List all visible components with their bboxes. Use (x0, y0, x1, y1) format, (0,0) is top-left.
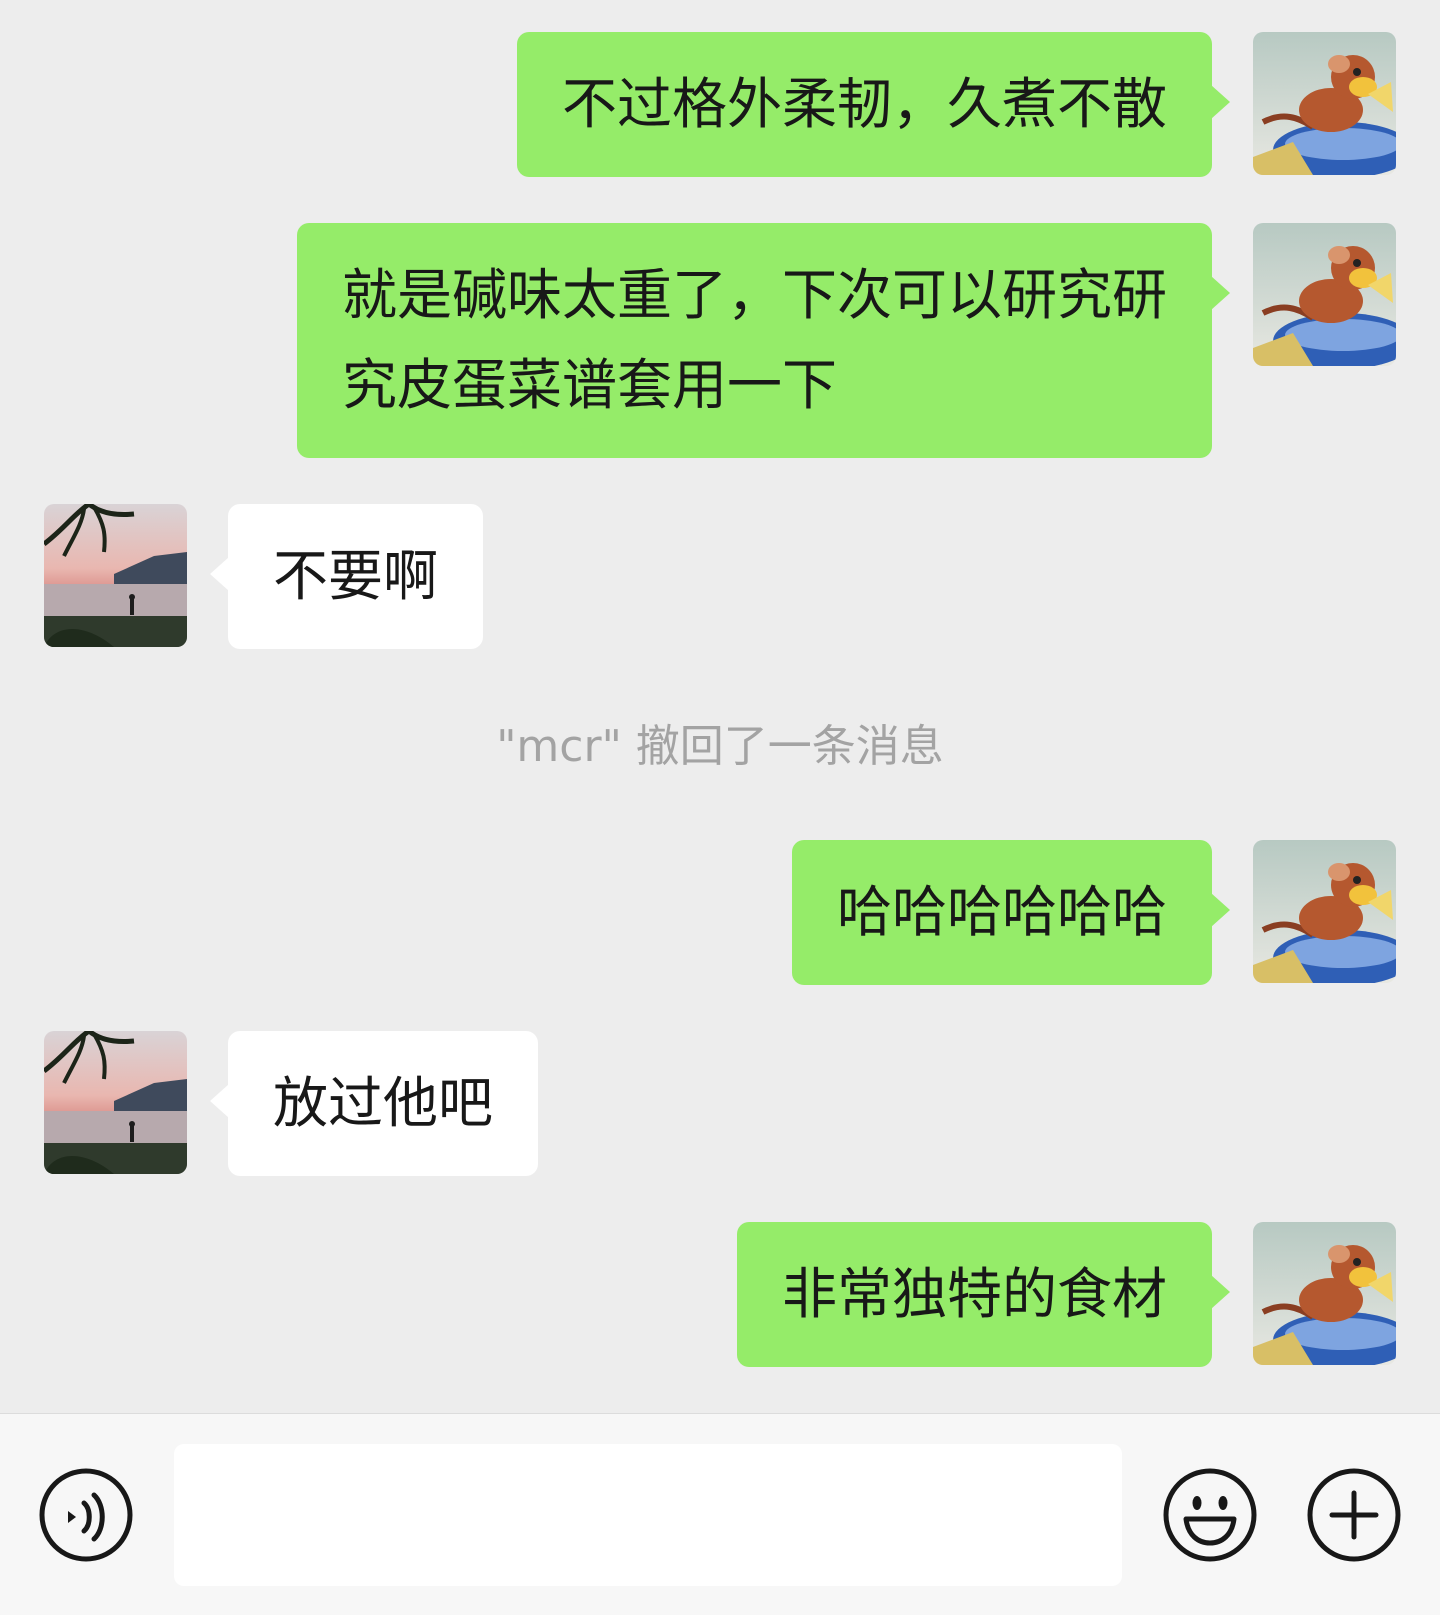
sunset-beach-avatar-image (44, 504, 187, 647)
plus-icon (1307, 1468, 1401, 1562)
contact-avatar[interactable] (44, 504, 187, 647)
message-row: 就是碱味太重了，下次可以研究研 究皮蛋菜谱套用一下 (0, 223, 1440, 458)
message-row: 非常独特的食材 (0, 1222, 1440, 1367)
input-bar (0, 1413, 1440, 1615)
cartoon-mouse-avatar-image (1253, 1222, 1396, 1365)
my-avatar[interactable] (1253, 32, 1396, 175)
my-avatar[interactable] (1253, 223, 1396, 366)
cartoon-mouse-avatar-image (1253, 840, 1396, 983)
message-row: 不过格外柔韧，久煮不散 (0, 32, 1440, 177)
cartoon-mouse-avatar-image (1253, 32, 1396, 175)
cartoon-mouse-avatar-image (1253, 223, 1396, 366)
recall-notice: "mcr" 撤回了一条消息 (496, 721, 944, 772)
message-text: 不过格外柔韧，久煮不散 (561, 72, 1167, 136)
my-avatar[interactable] (1253, 840, 1396, 983)
message-text: 放过他吧 (273, 1071, 494, 1135)
outgoing-message-bubble[interactable]: 就是碱味太重了，下次可以研究研 究皮蛋菜谱套用一下 (296, 223, 1231, 458)
emoji-icon (1163, 1468, 1257, 1562)
message-text-line-1: 就是碱味太重了，下次可以研究研 (341, 263, 1167, 327)
emoji-button[interactable] (1162, 1467, 1258, 1563)
my-avatar[interactable] (1253, 1222, 1396, 1365)
incoming-message-bubble[interactable]: 放过他吧 (209, 1031, 539, 1176)
message-row: 放过他吧 (0, 1031, 1440, 1176)
add-button[interactable] (1306, 1467, 1402, 1563)
chat-area[interactable]: 不过格外柔韧，久煮不散 就是碱味太重了，下次可以研究研 究皮蛋菜谱套用一下 不要… (0, 0, 1440, 1413)
message-text: 哈哈哈哈哈哈 (836, 880, 1167, 944)
message-text: 非常独特的食材 (781, 1262, 1167, 1326)
contact-avatar[interactable] (44, 1031, 187, 1174)
voice-button[interactable] (38, 1467, 134, 1563)
message-row: 不要啊 (0, 504, 1440, 649)
message-row: 哈哈哈哈哈哈 (0, 840, 1440, 985)
sunset-beach-avatar-image (44, 1031, 187, 1174)
outgoing-message-bubble[interactable]: 非常独特的食材 (736, 1222, 1231, 1367)
message-text: 不要啊 (273, 544, 439, 608)
incoming-message-bubble[interactable]: 不要啊 (209, 504, 484, 649)
message-input[interactable] (174, 1444, 1122, 1586)
message-text-line-2: 究皮蛋菜谱套用一下 (341, 353, 837, 417)
voice-icon (39, 1468, 133, 1562)
outgoing-message-bubble[interactable]: 不过格外柔韧，久煮不散 (516, 32, 1231, 177)
outgoing-message-bubble[interactable]: 哈哈哈哈哈哈 (791, 840, 1231, 985)
